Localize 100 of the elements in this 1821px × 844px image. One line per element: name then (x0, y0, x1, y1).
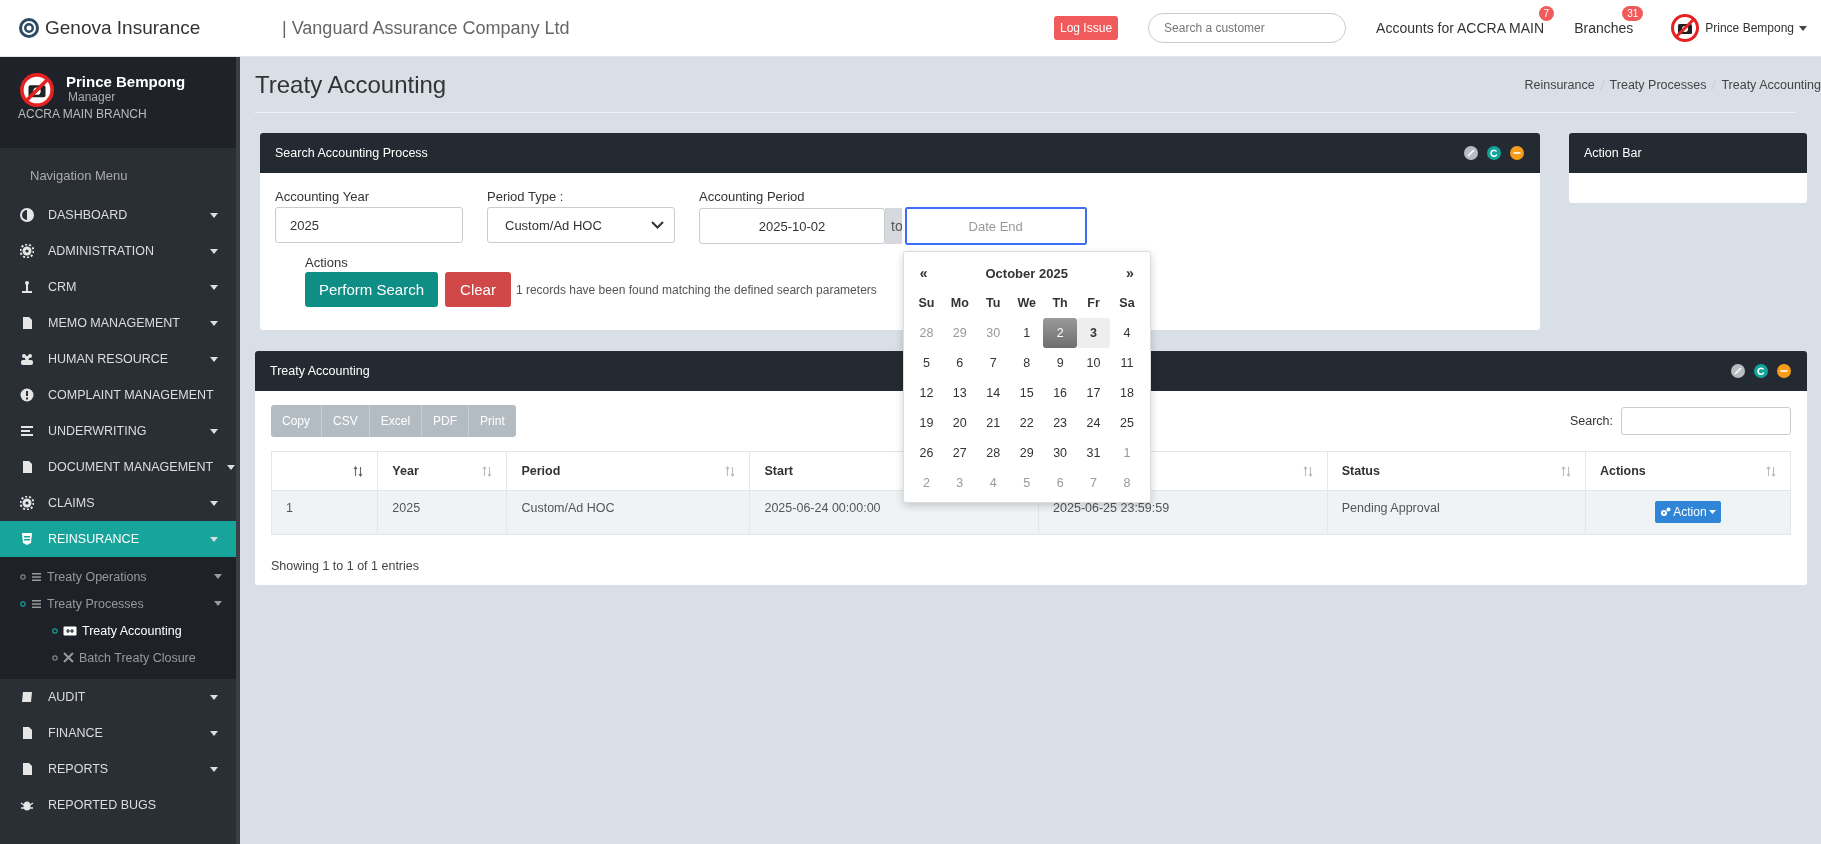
table-search-field[interactable] (1621, 407, 1791, 435)
calendar-day[interactable]: 25 (1110, 408, 1144, 438)
calendar-day[interactable]: 21 (976, 408, 1010, 438)
no-camera-avatar-icon (20, 73, 54, 107)
nav-item[interactable]: CRM (0, 269, 236, 305)
calendar-day[interactable]: 31 (1076, 438, 1111, 468)
sort-icon[interactable] (353, 465, 364, 477)
calendar-day[interactable]: 23 (1043, 408, 1077, 438)
nav-item[interactable]: HUMAN RESOURCE (0, 341, 236, 377)
calendar-day[interactable]: 24 (1076, 408, 1111, 438)
search-field[interactable]: Search a customer (1148, 13, 1347, 43)
calendar-day[interactable]: 15 (1009, 378, 1044, 408)
collapse-icon[interactable] (1777, 364, 1791, 378)
calendar-day[interactable]: 2 (1043, 318, 1077, 348)
expand-icon[interactable] (1731, 364, 1745, 378)
collapse-icon[interactable] (1510, 146, 1524, 160)
nav-item[interactable]: FINANCE (0, 715, 236, 751)
table-icon (63, 625, 77, 636)
reload-icon[interactable] (1754, 364, 1768, 378)
column-header[interactable]: Status (1341, 464, 1380, 478)
calendar-day[interactable]: 29 (1009, 438, 1044, 468)
calendar-day[interactable]: 10 (1076, 348, 1111, 378)
calendar-day[interactable]: 3 (1076, 318, 1111, 348)
submenu-item[interactable]: Treaty Operations (0, 563, 236, 590)
calendar-day[interactable]: 19 (909, 408, 944, 438)
field-label: Accounting Period (699, 189, 806, 204)
search-label: Search: (1569, 414, 1613, 428)
end-date-field[interactable]: Date End (904, 207, 1087, 245)
column-header[interactable]: Start (764, 464, 793, 478)
nav-item[interactable]: DOCUMENT MANAGEMENT (0, 449, 236, 485)
column-header[interactable]: Actions (1599, 464, 1646, 478)
previous-month-button[interactable]: « (913, 263, 934, 283)
user-menu[interactable]: Prince Bempong (1705, 21, 1794, 35)
page-title: Treaty Accounting (255, 70, 447, 99)
calendar-day[interactable]: 12 (909, 378, 944, 408)
next-month-button[interactable]: » (1119, 263, 1140, 283)
calendar-day[interactable]: 11 (1110, 348, 1144, 378)
calendar-day[interactable]: 8 (1009, 348, 1044, 378)
calendar-day[interactable]: 13 (943, 378, 977, 408)
field-label: Accounting Year (275, 189, 370, 204)
calendar-day[interactable]: 4 (1110, 318, 1144, 348)
calendar-day[interactable]: 18 (1110, 378, 1144, 408)
calendar-day[interactable]: 14 (976, 378, 1010, 408)
submenu-item[interactable]: Treaty Processes (0, 590, 236, 617)
action-dropdown-button[interactable]: Action (1655, 501, 1721, 523)
user-name: Prince Bempong (66, 73, 186, 90)
lines-icon (20, 424, 34, 438)
period-type-dropdown[interactable]: Custom/Ad HOC (487, 207, 675, 243)
perform-search-button[interactable]: Perform Search (305, 272, 439, 307)
branches-link[interactable]: Branches (1574, 20, 1634, 36)
calendar-day[interactable]: 20 (943, 408, 977, 438)
weekday-label: Th (1051, 295, 1069, 312)
column-header[interactable]: Year (392, 464, 419, 478)
gears-icon (1660, 507, 1672, 517)
breadcrumb-link[interactable]: Reinsurance (1524, 77, 1595, 92)
people-icon (20, 352, 34, 366)
user-role: Manager (67, 90, 117, 104)
nav-item[interactable]: REPORTED BUGS (0, 787, 236, 823)
submenu-item[interactable]: Batch Treaty Closure (0, 644, 236, 671)
month-title[interactable]: October 2025 (985, 265, 1068, 281)
breadcrumb-link[interactable]: Treaty Accounting (1721, 77, 1821, 92)
start-date-field[interactable]: 2025-10-02 (699, 208, 885, 244)
notification-badge: 7 (1538, 6, 1555, 21)
calendar-day[interactable]: 6 (943, 348, 977, 378)
bullet-icon (20, 600, 26, 607)
calendar-day[interactable]: 7 (976, 348, 1010, 378)
weekday-label: Fr (1086, 295, 1101, 312)
calendar-day[interactable]: 30 (1043, 438, 1077, 468)
nav-item[interactable]: COMPLAINT MANAGEMENT (0, 377, 236, 413)
breadcrumb-link[interactable]: Treaty Processes (1609, 77, 1707, 92)
shield-icon (20, 532, 34, 546)
nav-item[interactable]: CLAIMS (0, 485, 236, 521)
calendar-day[interactable]: 22 (1009, 408, 1044, 438)
nav-item[interactable]: UNDERWRITING (0, 413, 236, 449)
nav-item[interactable]: AUDIT (0, 679, 236, 715)
column-header[interactable]: Period (521, 464, 561, 478)
weekday-label: Tu (985, 295, 1002, 312)
nav-item[interactable]: ADMINISTRATION (0, 233, 236, 269)
calendar-day[interactable]: 27 (943, 438, 977, 468)
clear-button[interactable]: Clear (445, 272, 511, 307)
nav-item[interactable]: MEMO MANAGEMENT (0, 305, 236, 341)
nav-item[interactable]: REPORTS (0, 751, 236, 787)
accounts-link[interactable]: Accounts for ACCRA MAIN (1376, 20, 1545, 36)
submenu-item[interactable]: Treaty Accounting (0, 617, 236, 644)
expand-icon[interactable] (1464, 146, 1478, 160)
calendar-day[interactable]: 5 (909, 348, 944, 378)
year-field[interactable]: 2025 (275, 207, 463, 243)
calendar-day[interactable]: 17 (1076, 378, 1111, 408)
calendar-day[interactable]: 26 (909, 438, 944, 468)
calendar-day[interactable]: 9 (1043, 348, 1077, 378)
reload-icon[interactable] (1487, 146, 1501, 160)
weekday-label: We (1016, 295, 1037, 312)
calendar-day[interactable]: 28 (976, 438, 1010, 468)
bullet-icon (20, 573, 26, 580)
calendar-day[interactable]: 16 (1043, 378, 1077, 408)
nav-item[interactable]: DASHBOARD (0, 197, 236, 233)
panel-title: Search Accounting Process (275, 146, 428, 160)
calendar-day[interactable]: 1 (1009, 318, 1044, 348)
table-cell: 2025 (392, 501, 421, 515)
field-label: Period Type : (487, 189, 565, 204)
